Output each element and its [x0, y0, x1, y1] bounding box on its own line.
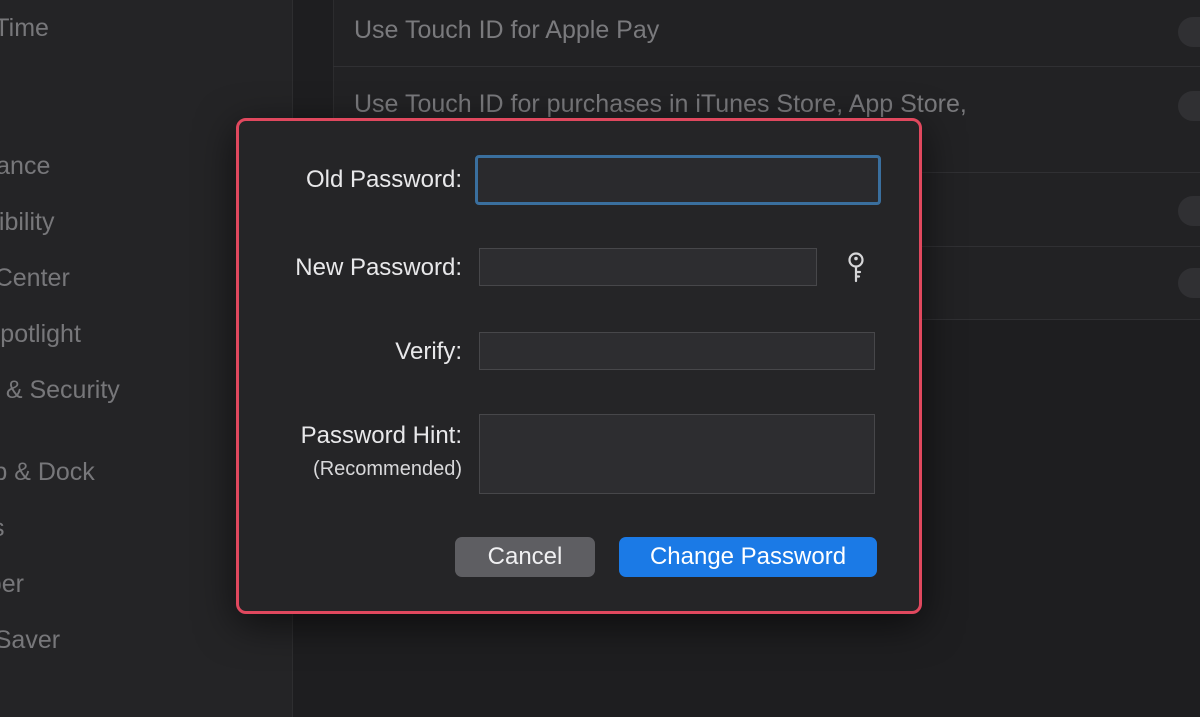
sidebar-item-accessibility[interactable]: essibility [0, 208, 54, 237]
verify-label: Verify: [395, 338, 462, 365]
sidebar-item-displays[interactable]: lays [0, 514, 4, 543]
key-icon[interactable] [844, 251, 868, 285]
sidebar-item-control-center[interactable]: rol Center [0, 264, 70, 293]
new-password-input[interactable] [479, 248, 817, 286]
sidebar-item-privacy-security[interactable]: acy & Security [0, 376, 120, 405]
row-divider [333, 66, 1200, 67]
sidebar-item-screen-time[interactable]: en Time [0, 14, 49, 43]
setting-toggle[interactable] [1178, 268, 1200, 298]
change-password-dialog: Old Password: New Password: Verify: Pass… [236, 118, 922, 614]
cancel-button[interactable]: Cancel [455, 537, 595, 577]
new-password-label: New Password: [295, 254, 462, 281]
password-hint-input[interactable] [479, 414, 875, 494]
key-icon-glyph [848, 252, 864, 283]
sidebar-item-appearance[interactable]: earance [0, 152, 50, 181]
system-settings-window: en Time eral earance essibility rol Cent… [0, 0, 1200, 717]
sidebar-item-desktop-dock[interactable]: ktop & Dock [0, 458, 95, 487]
verify-input[interactable] [479, 332, 875, 370]
old-password-input[interactable] [475, 155, 881, 205]
sidebar-item-screen-saver[interactable]: en Saver [0, 626, 60, 655]
password-hint-sublabel: (Recommended) [313, 458, 462, 480]
change-password-button[interactable]: Change Password [619, 537, 877, 577]
password-hint-label: Password Hint: [300, 422, 462, 449]
sidebar-item-siri-spotlight[interactable]: & Spotlight [0, 320, 81, 349]
setting-toggle[interactable] [1178, 196, 1200, 226]
apple-pay-toggle[interactable] [1178, 17, 1200, 47]
sidebar-item-general[interactable]: eral [0, 96, 2, 125]
setting-apple-pay-label: Use Touch ID for Apple Pay [354, 16, 660, 44]
sidebar-item-wallpaper[interactable]: paper [0, 570, 24, 599]
store-purchases-toggle[interactable] [1178, 91, 1200, 121]
setting-store-purchases-label: Use Touch ID for purchases in iTunes Sto… [354, 90, 967, 118]
old-password-label: Old Password: [305, 166, 462, 193]
